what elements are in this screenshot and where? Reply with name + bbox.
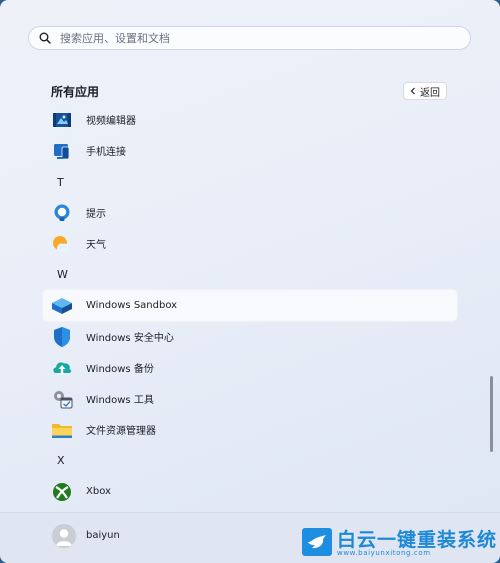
weather-icon	[51, 233, 73, 255]
section-letter-w[interactable]: W	[57, 268, 68, 281]
app-label: Windows Sandbox	[86, 300, 178, 311]
app-label: 提示	[86, 209, 106, 220]
sandbox-icon	[51, 295, 73, 317]
watermark-title: 白云一键重装系统	[337, 529, 498, 551]
video-editor-icon	[51, 109, 73, 131]
app-item-tips[interactable]: 提示	[43, 197, 457, 228]
app-label: 视频编辑器	[86, 116, 136, 127]
search-input[interactable]: 搜索应用、设置和文档	[60, 30, 170, 46]
search-box[interactable]: 搜索应用、设置和文档	[28, 26, 471, 50]
app-label: 文件资源管理器	[86, 426, 156, 437]
user-avatar[interactable]	[52, 524, 76, 548]
search-icon	[39, 32, 51, 44]
start-menu-panel: 搜索应用、设置和文档 所有应用 返回 视频编辑器 手机连接 T 提示 天气 W …	[0, 0, 500, 563]
app-label: Windows 工具	[86, 395, 154, 406]
scrollbar-thumb[interactable]	[490, 376, 493, 452]
back-button[interactable]: 返回	[403, 82, 447, 100]
app-item-video-editor[interactable]: 视频编辑器	[43, 104, 457, 135]
cloud-upload-icon	[51, 357, 73, 379]
xbox-icon	[51, 481, 73, 503]
watermark-url: www.baiyunxitong.com	[337, 549, 431, 557]
app-label: Windows 备份	[86, 364, 154, 375]
app-item-windows-sandbox[interactable]: Windows Sandbox	[43, 290, 457, 321]
tools-gear-icon	[51, 388, 73, 410]
app-item-xbox[interactable]: Xbox	[43, 476, 457, 507]
app-label: Windows 安全中心	[86, 333, 174, 344]
app-item-phone-link[interactable]: 手机连接	[43, 135, 457, 166]
watermark-logo: 白云一键重装系统 www.baiyunxitong.com	[302, 526, 498, 560]
user-icon	[56, 529, 72, 546]
user-name[interactable]: baiyun	[86, 530, 120, 541]
app-item-windows-security[interactable]: Windows 安全中心	[43, 321, 457, 352]
folder-icon	[51, 419, 73, 441]
back-button-label: 返回	[420, 87, 440, 99]
app-item-file-explorer[interactable]: 文件资源管理器	[43, 414, 457, 445]
section-letter-t[interactable]: T	[57, 176, 64, 189]
app-item-weather[interactable]: 天气	[43, 228, 457, 259]
app-item-windows-backup[interactable]: Windows 备份	[43, 352, 457, 383]
app-label: 手机连接	[86, 147, 126, 158]
chevron-left-icon	[410, 87, 415, 95]
app-label: Xbox	[86, 486, 111, 497]
bird-logo-icon	[302, 528, 332, 556]
app-item-windows-tools[interactable]: Windows 工具	[43, 383, 457, 414]
lightbulb-icon	[51, 202, 73, 224]
section-letter-x[interactable]: X	[57, 454, 65, 467]
page-title: 所有应用	[51, 85, 100, 99]
shield-icon	[51, 326, 73, 348]
phone-link-icon	[51, 140, 73, 162]
app-label: 天气	[86, 240, 106, 251]
